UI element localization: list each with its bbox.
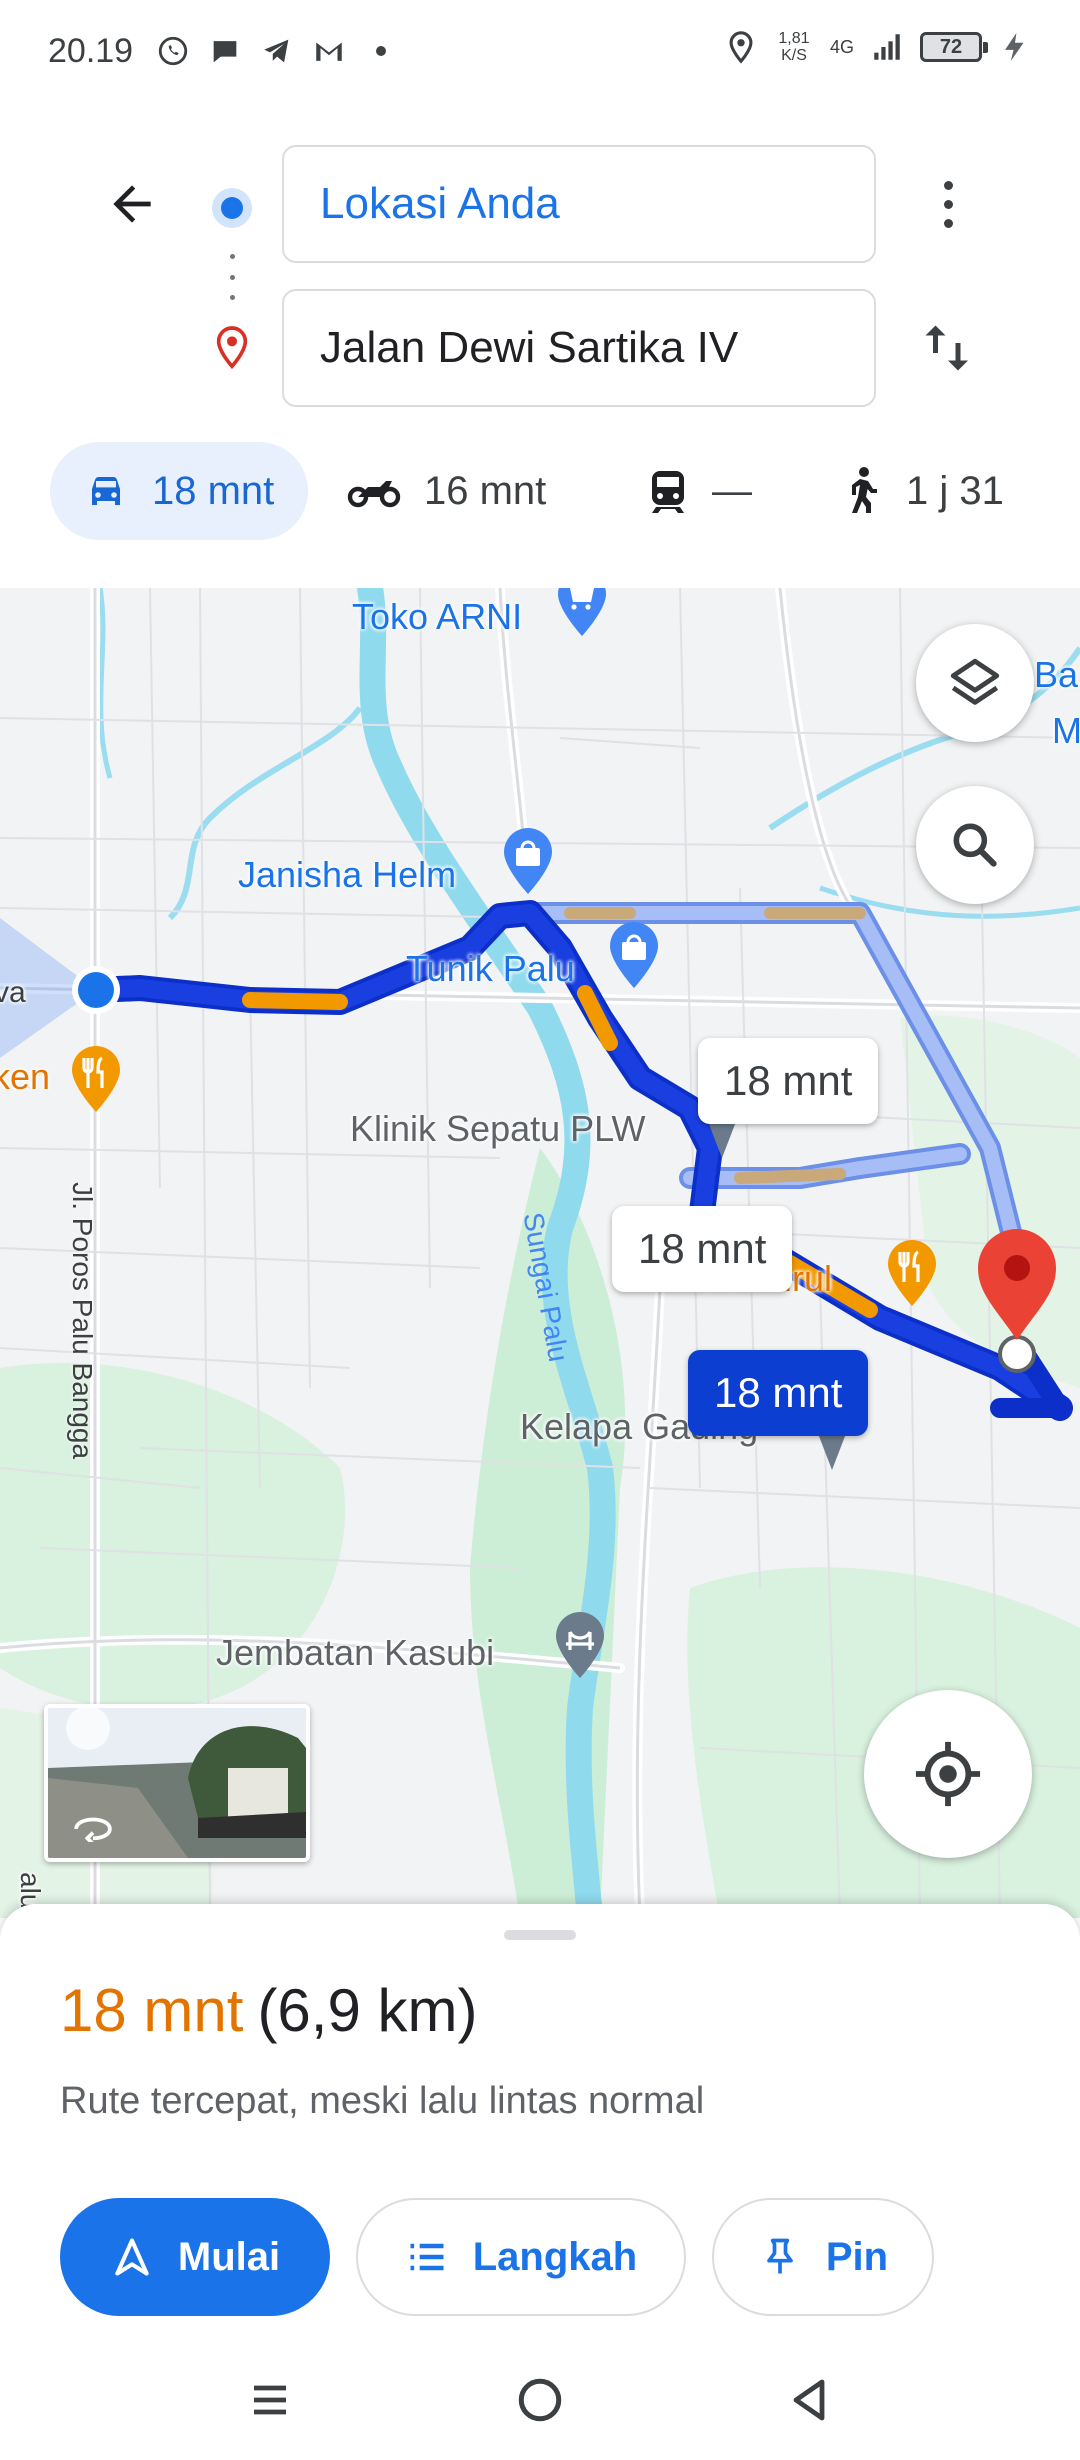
map-label-toko-arni: Toko ARNI (352, 596, 523, 637)
map-label-jembatan-kasubi: Jembatan Kasubi (216, 1632, 495, 1673)
steps-button[interactable]: Langkah (356, 2198, 686, 2316)
motorcycle-icon (347, 481, 401, 508)
street-view-thumbnail[interactable] (44, 1704, 310, 1862)
search-along-route-button[interactable] (916, 786, 1034, 904)
swap-vertical-icon (925, 325, 968, 371)
arrow-back-icon (113, 185, 151, 223)
menu-icon (254, 2385, 286, 2415)
mode-car-label: 18 mnt (152, 468, 275, 513)
gmail-icon (316, 42, 342, 61)
my-location-button[interactable] (864, 1690, 1032, 1858)
pin-icon (767, 2238, 793, 2274)
map-label-tunik-palu: Tunik Palu (406, 948, 575, 989)
list-icon (410, 2243, 444, 2271)
start-navigation-button[interactable]: Mulai (60, 2198, 330, 2316)
home-button[interactable] (500, 2360, 580, 2440)
layers-icon (950, 658, 1000, 705)
mode-walk-chip[interactable]: 1 j 31 (840, 442, 1004, 540)
system-navigation-bar (0, 2340, 1080, 2460)
my-location-icon (915, 1741, 981, 1807)
telegram-icon (264, 39, 289, 63)
restaurant-poi-icon[interactable] (68, 1046, 124, 1116)
alt-route-time-bubble[interactable]: 18 mnt (612, 1206, 793, 1292)
network-speed-value: 1,81 (778, 30, 810, 47)
pin-label: Pin (825, 2234, 889, 2279)
network-speed-unit: K/S (781, 47, 807, 64)
mode-transit-chip[interactable]: — (646, 442, 752, 540)
mode-motorcycle-label: 16 mnt (424, 468, 547, 513)
route-connector (228, 254, 236, 300)
back-triangle-icon (793, 2379, 825, 2421)
start-label: Mulai (177, 2234, 281, 2279)
shopping-bag-poi-icon[interactable] (606, 922, 662, 992)
travel-modes: 18 mnt 16 mnt — 1 j 31 (0, 442, 1080, 542)
mode-transit-label: — (712, 468, 752, 513)
shopping-poi-icon[interactable] (554, 588, 610, 640)
map-label-right-edge: Ba (1034, 654, 1079, 695)
restaurant-poi-icon[interactable] (884, 1240, 940, 1310)
more-options-button[interactable] (920, 164, 976, 244)
rotate-360-icon (74, 1817, 112, 1842)
network-speed: 1,81 K/S (774, 30, 814, 64)
sheet-drag-handle[interactable] (504, 1930, 576, 1940)
walk-icon (852, 467, 877, 513)
search-icon (953, 823, 997, 867)
chat-icon (213, 41, 237, 63)
layers-button[interactable] (916, 624, 1034, 742)
bridge-poi-icon[interactable] (552, 1612, 608, 1682)
pin-button[interactable]: Pin (712, 2198, 934, 2316)
system-icons: 1,81 K/S 4G 72 (724, 30, 1032, 64)
destination-field[interactable]: Jalan Dewi Sartika IV (282, 289, 876, 407)
network-type: 4G (829, 36, 854, 57)
origin-field[interactable]: Lokasi Anda (282, 145, 876, 263)
mode-walk-label: 1 j 31 (906, 468, 1004, 513)
back-button[interactable] (96, 168, 168, 240)
more-notifications-icon (376, 46, 386, 56)
map-label-janisha-helm: Janisha Helm (238, 854, 457, 895)
location-icon (729, 31, 753, 64)
road-label: Jl. Poros Palu Bangga (67, 1182, 98, 1460)
mode-car-chip[interactable]: 18 mnt (50, 442, 308, 540)
origin-marker-icon (212, 188, 252, 228)
shopping-bag-poi-icon[interactable] (500, 828, 556, 898)
primary-route-time-bubble[interactable]: 18 mnt (688, 1350, 869, 1436)
system-back-button[interactable] (770, 2360, 850, 2440)
signal-icon (874, 34, 900, 60)
map-label-right-edge-2: M (1052, 710, 1080, 751)
train-icon (652, 471, 684, 513)
map-label-left-edge-orange: ken (0, 1056, 51, 1097)
map-label-klinik-sepatu: Klinik Sepatu PLW (350, 1108, 646, 1149)
home-circle-icon (518, 2378, 562, 2422)
mode-motorcycle-chip[interactable]: 16 mnt (346, 442, 546, 540)
navigation-arrow-icon (115, 2238, 149, 2276)
steps-label: Langkah (472, 2234, 638, 2279)
car-icon (92, 477, 120, 505)
map-label-left-edge: va (0, 976, 26, 1009)
status-bar: 20.19 1,81 K/S 4G 72 (0, 0, 1080, 110)
battery-indicator: 72 (920, 32, 988, 62)
destination-pin-icon (216, 326, 248, 370)
recent-apps-button[interactable] (230, 2360, 310, 2440)
charging-icon (1005, 32, 1024, 62)
route-summary: 18 mnt (6,9 km) (60, 1976, 477, 2045)
swap-locations-button[interactable] (912, 312, 984, 384)
route-description: Rute tercepat, meski lalu lintas normal (60, 2080, 705, 2122)
status-time: 20.19 (48, 32, 134, 70)
whatsapp-icon (158, 36, 188, 66)
route-duration: 18 mnt (60, 1977, 244, 2044)
route-distance: (6,9 km) (257, 1977, 478, 2044)
alt-route-time-bubble[interactable]: 18 mnt (698, 1038, 879, 1124)
notification-icons (156, 34, 398, 68)
